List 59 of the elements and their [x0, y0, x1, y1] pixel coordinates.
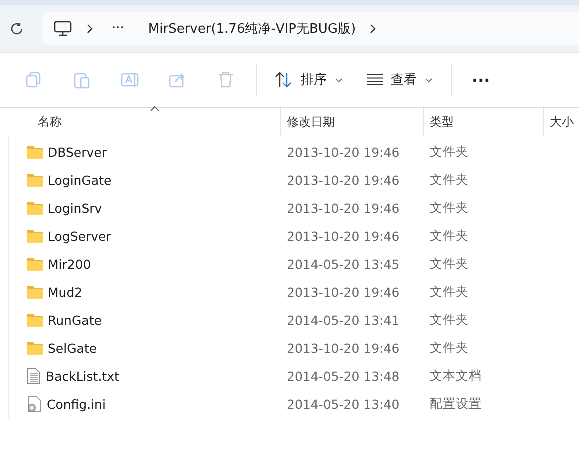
folder-icon [27, 313, 43, 327]
breadcrumb[interactable]: MirServer(1.76纯净-VIP无BUG版) [136, 20, 368, 38]
folder-icon [27, 173, 43, 187]
modified-date: 2014-05-20 13:45 [286, 256, 401, 272]
file-name[interactable]: SelGate [48, 340, 98, 356]
overflow-breadcrumb[interactable]: ··· [100, 21, 136, 36]
modified-date: 2013-10-20 19:46 [286, 340, 401, 356]
folder-icon [27, 285, 43, 299]
file-type: 文本文档 [429, 368, 483, 384]
file-type: 文件夹 [429, 228, 470, 244]
folder-icon [27, 145, 43, 159]
file-name[interactable]: Mir200 [48, 256, 92, 272]
sort-button[interactable]: 排序 [263, 62, 355, 98]
file-type: 文件夹 [429, 256, 470, 272]
modified-date: 2014-05-20 13:41 [286, 312, 401, 328]
chevron-right-icon[interactable] [368, 24, 378, 34]
computer-icon[interactable] [54, 20, 72, 36]
modified-date: 2013-10-20 19:46 [286, 228, 401, 244]
modified-date: 2013-10-20 19:46 [286, 144, 401, 160]
sort-caret-icon [150, 106, 160, 112]
file-name[interactable]: BackList.txt [46, 368, 120, 384]
column-header[interactable]: 大小 [543, 108, 579, 136]
text-file-icon [27, 368, 41, 384]
view-button[interactable]: 查看 [355, 62, 445, 98]
modified-date: 2013-10-20 19:46 [286, 200, 401, 216]
file-name[interactable]: RunGate [48, 312, 102, 328]
refresh-icon[interactable] [10, 22, 24, 36]
menu-icon [367, 74, 383, 86]
chevron-down-icon [425, 78, 433, 82]
file-name[interactable]: Config.ini [47, 396, 106, 412]
file-type: 文件夹 [429, 340, 470, 356]
modified-date: 2013-10-20 19:46 [286, 172, 401, 188]
more-button[interactable]: ··· [458, 70, 504, 90]
modified-date: 2014-05-20 13:40 [286, 396, 401, 412]
rename-icon [120, 70, 140, 90]
file-name[interactable]: LoginGate [48, 172, 112, 188]
file-name[interactable]: Mud2 [48, 284, 83, 300]
column-header[interactable]: 修改日期 [280, 108, 423, 136]
file-name[interactable]: LogServer [48, 228, 112, 244]
file-type: 文件夹 [429, 284, 470, 300]
folder-icon [27, 201, 43, 215]
column-header[interactable]: 名称 [0, 108, 280, 136]
modified-date: 2014-05-20 13:48 [286, 368, 401, 384]
chevron-down-icon [335, 78, 343, 82]
column-header[interactable]: 类型 [423, 108, 543, 136]
sort-icon [275, 72, 293, 88]
file-type: 文件夹 [429, 312, 470, 328]
settings-file-icon [27, 396, 42, 412]
folder-icon [27, 257, 43, 271]
file-name[interactable]: LoginSrv [48, 200, 102, 216]
file-type: 文件夹 [429, 144, 470, 160]
file-type: 配置设置 [429, 396, 483, 412]
file-type: 文件夹 [429, 172, 470, 188]
folder-icon [27, 341, 43, 355]
modified-date: 2013-10-20 19:46 [286, 284, 401, 300]
file-type: 文件夹 [429, 200, 470, 216]
file-name[interactable]: DBServer [48, 144, 107, 160]
folder-icon [27, 229, 43, 243]
trash-icon [216, 70, 236, 90]
